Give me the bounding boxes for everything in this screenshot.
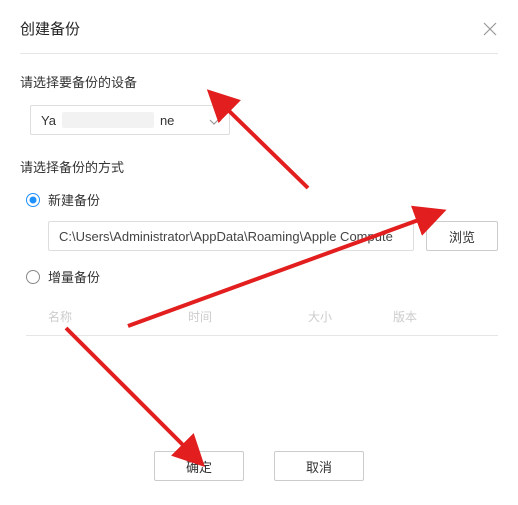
- backup-path-input[interactable]: [48, 221, 414, 251]
- radio-label: 增量备份: [48, 267, 100, 286]
- radio-new-backup[interactable]: 新建备份: [26, 190, 498, 209]
- device-suffix: ne: [160, 113, 174, 128]
- column-name: 名称: [48, 308, 188, 325]
- cancel-button[interactable]: 取消: [274, 451, 364, 481]
- dialog-title: 创建备份: [20, 18, 80, 39]
- ok-button[interactable]: 确定: [154, 451, 244, 481]
- chevron-down-icon: [209, 115, 219, 125]
- close-icon[interactable]: [482, 21, 498, 37]
- device-selected-value: Ya ne: [41, 112, 174, 128]
- radio-incremental-backup[interactable]: 增量备份: [26, 267, 498, 286]
- dialog-header: 创建备份: [20, 18, 498, 54]
- device-prefix: Ya: [41, 113, 56, 128]
- create-backup-dialog: 创建备份 请选择要备份的设备 Ya ne 请选择备份的方式 新建备份 浏览 增量…: [0, 0, 518, 376]
- dialog-footer: 确定 取消: [0, 451, 518, 481]
- column-version: 版本: [393, 308, 463, 325]
- radio-icon: [26, 193, 40, 207]
- device-select[interactable]: Ya ne: [30, 105, 230, 135]
- radio-icon: [26, 270, 40, 284]
- browse-button[interactable]: 浏览: [426, 221, 498, 251]
- radio-label: 新建备份: [48, 190, 100, 209]
- device-section-label: 请选择要备份的设备: [20, 72, 498, 91]
- method-section-label: 请选择备份的方式: [20, 157, 498, 176]
- device-name-redacted: [62, 112, 154, 128]
- incremental-table-header: 名称 时间 大小 版本: [26, 298, 498, 336]
- column-time: 时间: [188, 308, 308, 325]
- column-size: 大小: [308, 308, 393, 325]
